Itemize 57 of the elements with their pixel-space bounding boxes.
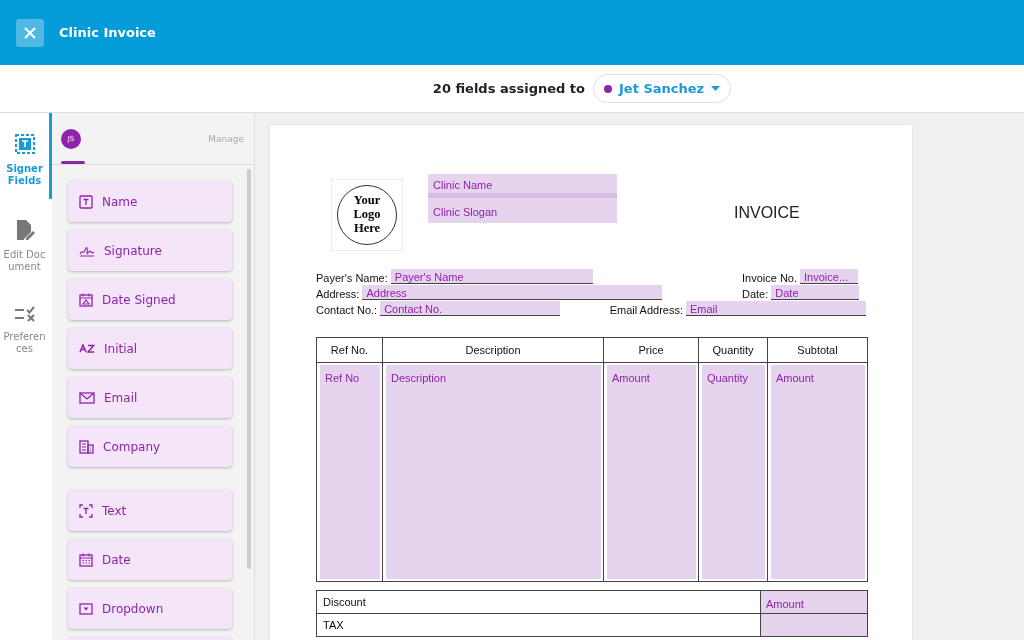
- close-button[interactable]: [16, 18, 44, 47]
- form-field[interactable]: Invoice...: [800, 269, 859, 284]
- field-label: Payer's Name:: [316, 272, 388, 284]
- text-field-icon: [13, 133, 36, 155]
- column-header: Description: [382, 337, 604, 363]
- check-cross-list-icon: [13, 305, 36, 323]
- field-card[interactable]: Name: [68, 181, 232, 222]
- letters-icon: [79, 343, 95, 354]
- form-field[interactable]: Amount: [761, 591, 867, 613]
- signer-dropdown[interactable]: Jet Sanchez: [593, 74, 732, 103]
- calendar-icon: [79, 552, 93, 567]
- field-label: Date:: [742, 288, 769, 300]
- signer-name: Jet Sanchez: [619, 81, 705, 96]
- dropdown-icon: [79, 602, 93, 615]
- field-card[interactable]: Initial: [68, 328, 232, 369]
- text-field-icon: [79, 503, 93, 518]
- column-header: Quantity: [698, 337, 768, 363]
- text-box-icon: [79, 194, 93, 209]
- form-field[interactable]: Date: [771, 285, 860, 300]
- avatar-underline: [61, 161, 85, 164]
- field-label: Invoice No.: [742, 272, 798, 284]
- calendar-icon: [79, 292, 93, 307]
- column-header: Subtotal: [767, 337, 868, 363]
- building-icon: [79, 439, 94, 454]
- field-label: Email Address:: [609, 304, 683, 316]
- field-label: Address:: [316, 288, 360, 300]
- field-card[interactable]: Email: [68, 377, 232, 418]
- column-header: Ref No.: [316, 337, 383, 363]
- form-field[interactable]: Email: [686, 301, 866, 316]
- form-field[interactable]: Amount: [607, 365, 696, 579]
- envelope-icon: [79, 391, 95, 404]
- form-field[interactable]: Description: [386, 365, 601, 579]
- field-card[interactable]: Dropdown: [68, 588, 232, 629]
- field-card[interactable]: Signature: [68, 230, 232, 271]
- form-field[interactable]: Address: [362, 285, 663, 300]
- form-field[interactable]: Quantity: [702, 365, 765, 579]
- close-icon: [23, 25, 37, 40]
- caret-icon: [711, 86, 721, 91]
- form-field[interactable]: [761, 614, 867, 636]
- form-field[interactable]: Payer's Name: [390, 269, 593, 284]
- nav-tab[interactable]: Edit Document: [0, 199, 52, 285]
- form-field[interactable]: Contact No.: [380, 301, 561, 316]
- window-title: Clinic Invoice: [59, 25, 156, 40]
- field-card[interactable]: Date Signed: [68, 279, 232, 320]
- column-header: Price: [603, 337, 699, 363]
- table-cell: Discount: [316, 590, 761, 614]
- table-cell: TAX: [316, 613, 761, 637]
- field-label: Contact No.:: [316, 304, 378, 316]
- nav-tab[interactable]: Preferences: [0, 285, 52, 367]
- field-card[interactable]: Text: [68, 490, 232, 531]
- form-field[interactable]: Ref No: [320, 365, 380, 579]
- invoice-title: INVOICE: [734, 204, 800, 222]
- form-field[interactable]: Amount: [771, 365, 865, 579]
- field-card[interactable]: Company: [68, 426, 232, 467]
- field-card[interactable]: Date: [68, 539, 232, 580]
- logo-text: Your Logo Here: [337, 185, 397, 245]
- assigned-count: 20 fields assigned to: [432, 81, 585, 96]
